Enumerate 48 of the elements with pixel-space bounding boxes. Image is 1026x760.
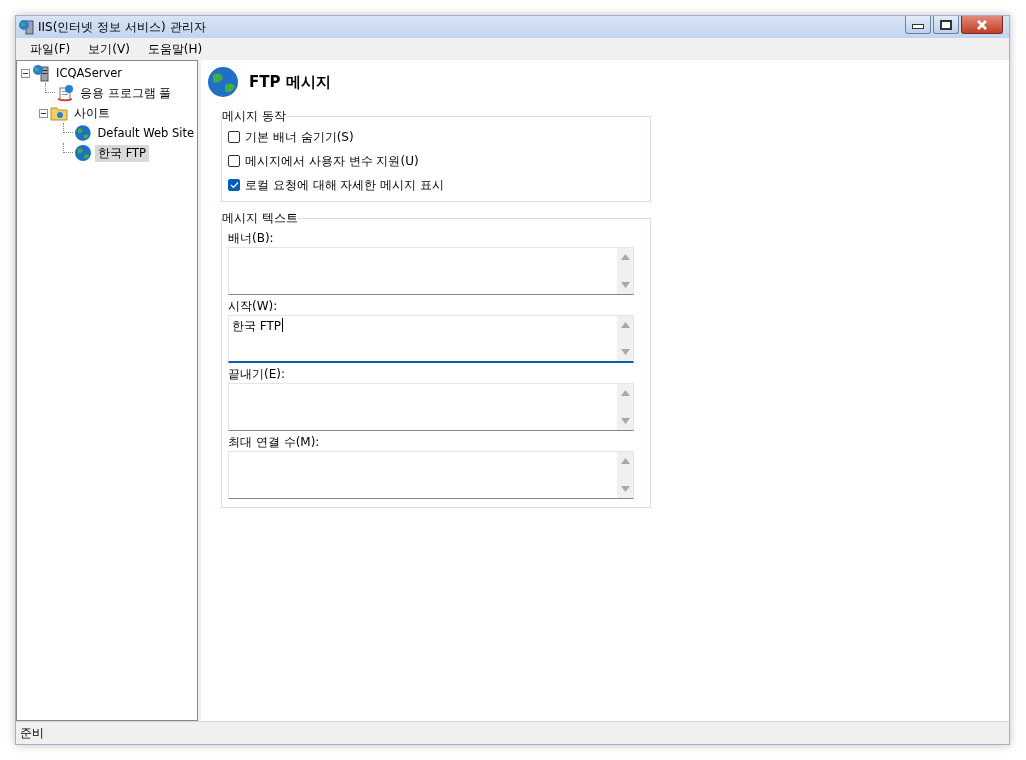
- scroll-down-icon[interactable]: [620, 486, 630, 492]
- menu-item[interactable]: 파일(F): [24, 38, 77, 60]
- scroll-up-icon[interactable]: [620, 322, 630, 328]
- application-pool-icon: [56, 84, 74, 102]
- page-title: FTP 메시지: [249, 72, 331, 92]
- close-icon: [976, 19, 988, 30]
- text-area[interactable]: 한국 FTP: [228, 315, 634, 363]
- globe-icon: [74, 144, 92, 162]
- group-label: 메시지 동작: [222, 108, 286, 125]
- scroll-down-icon[interactable]: [620, 418, 630, 424]
- field-label: 최대 연결 수(M):: [228, 434, 321, 451]
- checkbox-label: 메시지에서 사용자 변수 지원(U): [245, 152, 419, 170]
- window-title: IIS(인터넷 정보 서비스) 관리자: [38, 18, 206, 36]
- tree-item[interactable]: 응용 프로그램 풀: [77, 84, 175, 102]
- status-text: 준비: [20, 724, 44, 742]
- menu-item[interactable]: 도움말(H): [141, 38, 209, 60]
- field-label: 시작(W):: [228, 298, 279, 315]
- collapse-toggle[interactable]: [39, 108, 48, 118]
- checkbox[interactable]: [228, 179, 240, 191]
- scroll-up-icon[interactable]: [620, 254, 630, 260]
- field-label: 끝내기(E):: [228, 366, 286, 383]
- scroll-down-icon[interactable]: [620, 349, 630, 355]
- minimize-button[interactable]: [905, 16, 931, 34]
- tree-item[interactable]: 사이트: [71, 104, 113, 122]
- text-area[interactable]: [228, 247, 634, 295]
- globe-icon: [207, 66, 239, 98]
- checkbox[interactable]: [228, 155, 240, 167]
- tree-item[interactable]: 한국 FTP: [95, 144, 150, 162]
- checkbox-label: 기본 배너 숨기기(S): [245, 128, 354, 146]
- checkbox[interactable]: [228, 131, 240, 143]
- tree-item[interactable]: ICQAServer: [53, 65, 126, 81]
- checkbox-label: 로컬 요청에 대해 자세한 메시지 표시: [245, 176, 445, 194]
- maximize-button[interactable]: [933, 16, 959, 34]
- globe-icon: [73, 124, 92, 142]
- scroll-down-icon[interactable]: [620, 282, 630, 288]
- scroll-up-icon[interactable]: [620, 390, 630, 396]
- collapse-toggle[interactable]: [21, 68, 30, 78]
- text-area[interactable]: [228, 383, 634, 431]
- group-label: 메시지 텍스트: [222, 210, 298, 227]
- menu-item[interactable]: 보기(V): [82, 38, 136, 60]
- field-label: 배너(B):: [228, 230, 275, 247]
- close-button[interactable]: [961, 16, 1003, 34]
- folder-icon: [50, 104, 68, 122]
- tree-item[interactable]: Default Web Site: [94, 125, 197, 141]
- scroll-up-icon[interactable]: [620, 458, 630, 464]
- server-globe-icon: [18, 19, 36, 35]
- text-area[interactable]: [228, 451, 634, 499]
- server-globe-icon: [32, 64, 50, 82]
